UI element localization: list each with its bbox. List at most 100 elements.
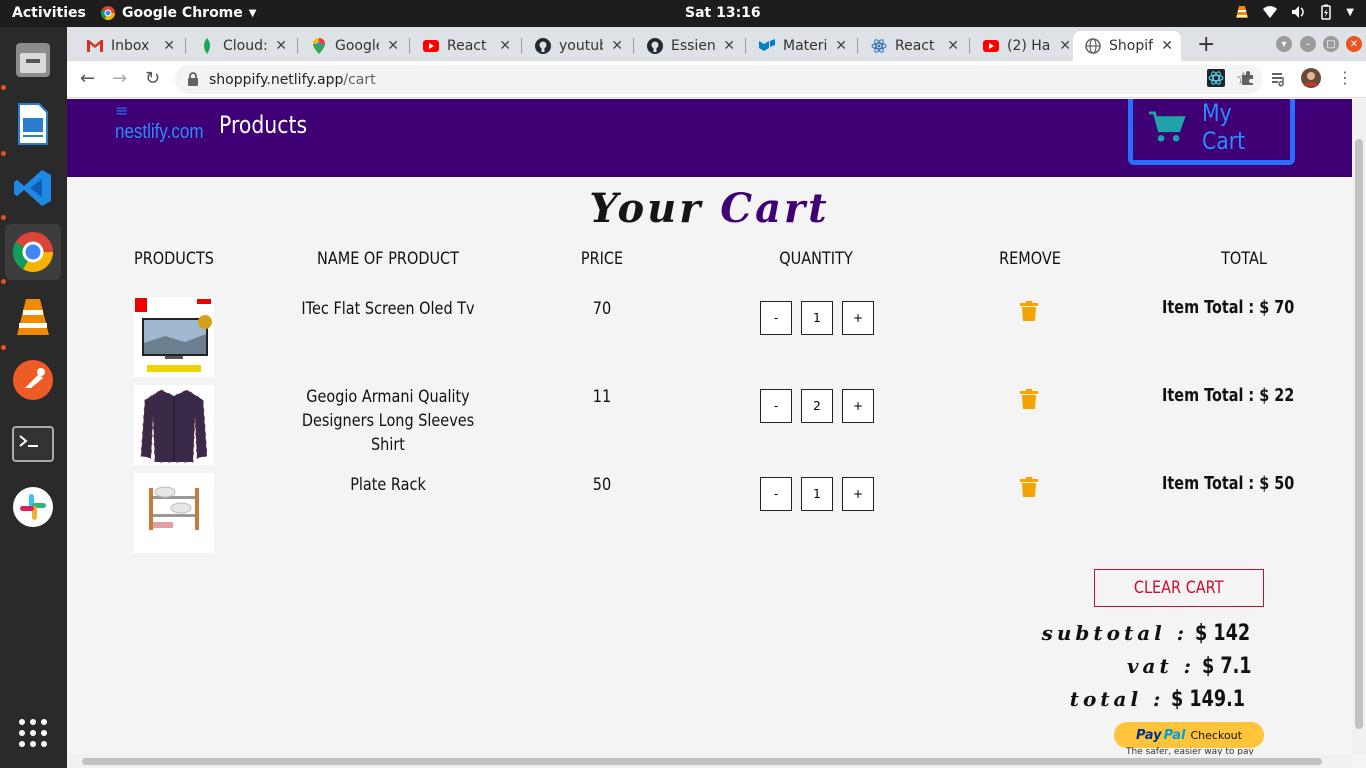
tab-github-youtube[interactable]: youtub ✕ (523, 31, 631, 61)
new-tab-button[interactable]: + (1197, 32, 1215, 57)
react-devtools-icon[interactable] (1207, 69, 1225, 87)
increment-button[interactable]: + (842, 477, 874, 511)
activities-button[interactable]: Activities (12, 5, 86, 21)
decrement-button[interactable]: - (760, 301, 792, 335)
tab-label: Cloud: (223, 38, 267, 54)
app-menu[interactable]: Google Chrome ▼ (100, 5, 256, 21)
battery-icon (1321, 4, 1332, 20)
tab-google-maps[interactable]: Google ✕ (299, 31, 407, 61)
trash-icon[interactable] (1020, 389, 1038, 409)
vertical-scrollbar[interactable] (1352, 99, 1366, 755)
mongodb-leaf-icon (199, 38, 215, 54)
extensions-puzzle-icon[interactable] (1239, 69, 1257, 87)
reload-icon[interactable]: ↻ (145, 68, 160, 89)
quantity-stepper: - 1 + (760, 477, 874, 511)
trash-icon[interactable] (1020, 301, 1038, 321)
column-header-quantity: QUANTITY (779, 249, 853, 269)
tab-label: Google (335, 38, 379, 54)
media-queue-icon[interactable] (1270, 69, 1288, 87)
total-line: total : $ 149.1 (1070, 687, 1264, 712)
clock[interactable]: Sat 13:16 (685, 5, 761, 21)
react-icon (871, 38, 887, 54)
tab-cloud[interactable]: Cloud: ✕ (187, 31, 295, 61)
tab-material-ui[interactable]: Materi ✕ (747, 31, 855, 61)
writer-app-icon[interactable] (5, 96, 61, 152)
quantity-value: 2 (801, 389, 833, 423)
tab-search-icon[interactable]: ▾ (1276, 36, 1292, 52)
globe-icon (1085, 38, 1101, 54)
system-tray[interactable]: ▼ (1234, 4, 1354, 20)
paypal-checkout-button[interactable]: Pay Pal Checkout (1114, 722, 1264, 748)
volume-icon (1292, 6, 1304, 18)
paypal-tagline: The safer, easier way to pay (1126, 747, 1254, 755)
column-header-total: TOTAL (1221, 249, 1267, 269)
decrement-button[interactable]: - (760, 477, 792, 511)
shopping-cart-icon (1148, 111, 1186, 142)
close-icon[interactable]: ✕ (1059, 38, 1071, 54)
page-title-word2: Cart (720, 185, 830, 232)
brand-link[interactable]: nestlify.com (115, 121, 203, 144)
tab-separator (969, 38, 970, 54)
close-icon[interactable]: ✕ (163, 38, 175, 54)
decrement-button[interactable]: - (760, 389, 792, 423)
tab-react-docs[interactable]: React F ✕ (859, 31, 967, 61)
trash-icon[interactable] (1020, 477, 1038, 497)
paypal-logo-pay: Pay (1136, 727, 1162, 743)
close-window-icon[interactable]: ✕ (1346, 36, 1362, 52)
back-icon[interactable]: ← (80, 68, 95, 89)
postman-app-icon[interactable] (5, 352, 61, 408)
my-cart-button[interactable]: My Cart (1128, 99, 1295, 165)
close-icon[interactable]: ✕ (611, 38, 623, 54)
tab-gmail[interactable]: Inbox ( ✕ (75, 31, 183, 61)
slack-app-icon[interactable] (5, 479, 61, 535)
close-icon[interactable]: ✕ (947, 38, 959, 54)
clear-cart-button[interactable]: CLEAR CART (1094, 569, 1264, 607)
scrollbar-thumb[interactable] (82, 758, 1322, 765)
close-icon[interactable]: ✕ (1161, 38, 1173, 54)
minimize-icon[interactable]: – (1300, 36, 1316, 52)
close-icon[interactable]: ✕ (723, 38, 735, 54)
page-title-word1: Your (589, 185, 704, 232)
terminal-app-icon[interactable] (5, 416, 61, 472)
nav-products-link[interactable]: Products (219, 111, 307, 139)
forward-icon[interactable]: → (112, 68, 127, 89)
chrome-app-icon[interactable] (5, 224, 61, 280)
scrollbar-thumb[interactable] (1355, 139, 1363, 729)
increment-button[interactable]: + (842, 389, 874, 423)
avatar[interactable] (1301, 68, 1321, 88)
horizontal-scrollbar[interactable] (67, 755, 1352, 768)
tab-separator (185, 38, 186, 54)
item-total: Item Total : $ 50 (1161, 473, 1294, 494)
maximize-icon[interactable]: □ (1323, 36, 1339, 52)
my-cart-label: My Cart (1202, 99, 1246, 155)
url-path: /cart (343, 71, 376, 88)
address-bar[interactable]: shoppify.netlify.app/cart ☆ (175, 65, 1263, 94)
vat-label: vat : (1126, 654, 1196, 678)
tab-separator (521, 38, 522, 54)
increment-button[interactable]: + (842, 301, 874, 335)
vat-line: vat : $ 7.1 (1127, 654, 1264, 679)
vscode-app-icon[interactable] (5, 160, 61, 216)
tab-separator (409, 38, 410, 54)
product-image-shirt (134, 385, 214, 465)
running-indicator (1, 345, 6, 350)
vlc-app-icon[interactable] (5, 289, 61, 345)
close-icon[interactable]: ✕ (835, 38, 847, 54)
tab-youtube-hai[interactable]: (2) Hai ✕ (971, 31, 1079, 61)
close-icon[interactable]: ✕ (499, 38, 511, 54)
show-apps-icon[interactable] (5, 705, 61, 761)
menu-icon[interactable]: ≡ (115, 101, 128, 120)
tab-separator (633, 38, 634, 54)
browser-toolbar: ← → ↻ shoppify.netlify.app/cart ☆ ⋮ (67, 61, 1366, 98)
tab-label: Essien (671, 38, 715, 54)
close-icon[interactable]: ✕ (387, 38, 399, 54)
item-total: Item Total : $ 22 (1161, 385, 1294, 406)
kebab-menu-icon[interactable]: ⋮ (1337, 68, 1353, 87)
files-app-icon[interactable] (5, 32, 61, 88)
tab-github-essien[interactable]: Essien ✕ (635, 31, 743, 61)
lock-icon[interactable] (187, 72, 199, 86)
product-price: 50 (592, 475, 612, 495)
tab-shoppify[interactable]: Shopif ✕ (1073, 31, 1181, 61)
close-icon[interactable]: ✕ (275, 38, 287, 54)
tab-youtube-react[interactable]: React F ✕ (411, 31, 519, 61)
